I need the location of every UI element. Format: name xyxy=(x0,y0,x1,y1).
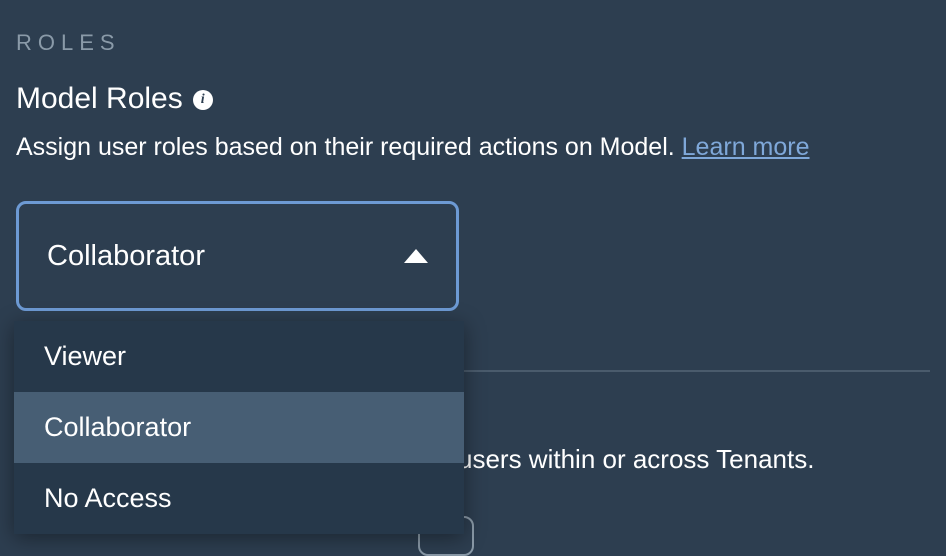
page-title: Model Roles xyxy=(16,82,183,116)
role-dropdown-menu: Viewer Collaborator No Access xyxy=(14,321,464,534)
role-option-viewer[interactable]: Viewer xyxy=(14,321,464,392)
description-text: Assign user roles based on their require… xyxy=(16,133,682,161)
role-option-collaborator[interactable]: Collaborator xyxy=(14,392,464,463)
role-option-no-access[interactable]: No Access xyxy=(14,463,464,534)
section-label: ROLES xyxy=(16,30,930,56)
role-select[interactable]: Collaborator xyxy=(16,201,459,311)
learn-more-link[interactable]: Learn more xyxy=(682,133,810,161)
info-icon[interactable]: i xyxy=(193,90,213,110)
chevron-up-icon xyxy=(404,249,428,263)
partial-text-behind-dropdown: users within or across Tenants. xyxy=(458,444,814,475)
section-description: Assign user roles based on their require… xyxy=(16,130,930,165)
role-select-value: Collaborator xyxy=(47,240,205,273)
